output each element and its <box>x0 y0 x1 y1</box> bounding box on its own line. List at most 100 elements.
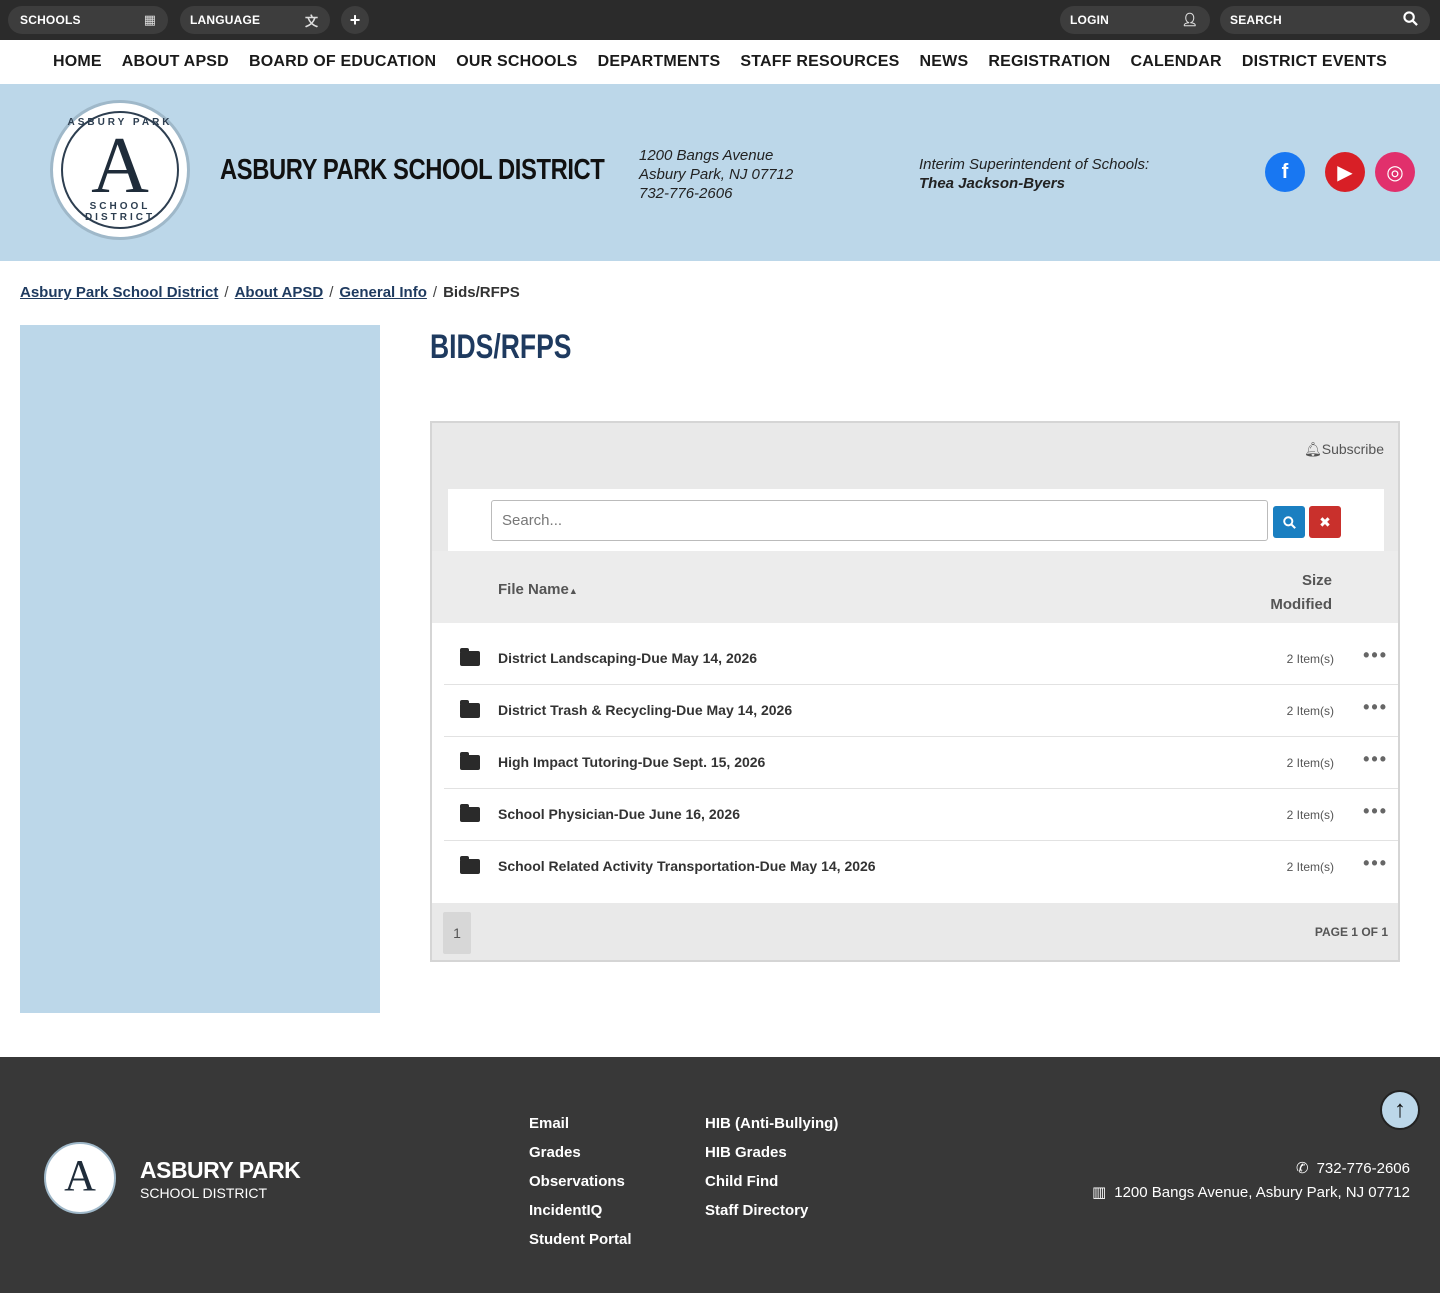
footer-link-grades[interactable]: Grades <box>529 1138 632 1167</box>
plus-button[interactable]: + <box>341 6 369 34</box>
file-row[interactable]: School Physician-Due June 16, 2026 2 Ite… <box>444 789 1398 841</box>
footer-link-observations[interactable]: Observations <box>529 1167 632 1196</box>
nav-our-schools[interactable]: OUR SCHOOLS <box>446 53 587 71</box>
file-name[interactable]: District Trash & Recycling-Due May 14, 2… <box>498 702 792 718</box>
file-size: 2 Item(s) <box>1286 652 1334 666</box>
sort-file-name[interactable]: File Name▲ <box>498 581 578 598</box>
utility-bar: SCHOOLS ▦ LANGUAGE 文 + LOGIN 👤︎ SEARCH <box>0 0 1440 40</box>
language-dropdown[interactable]: LANGUAGE 文 <box>180 6 330 34</box>
file-search-clear-button[interactable]: ✖ <box>1309 506 1341 538</box>
breadcrumb-separator: / <box>224 284 229 301</box>
file-size: 2 Item(s) <box>1286 808 1334 822</box>
search-icon <box>1403 11 1418 29</box>
footer-address: 1200 Bangs Avenue, Asbury Park, NJ 07712 <box>1114 1184 1410 1201</box>
more-options-icon[interactable]: ••• <box>1363 853 1388 874</box>
file-table-header: File Name▲ Size Modified <box>432 551 1398 623</box>
footer-contact: ✆ 732-776-2606 ▥ 1200 Bangs Avenue, Asbury… <box>1092 1157 1410 1205</box>
superintendent-label: Interim Superintendent of Schools: <box>919 156 1150 173</box>
file-row[interactable]: District Landscaping-Due May 14, 2026 2 … <box>444 633 1398 685</box>
breadcrumb: Asbury Park School District / About APSD / G… <box>20 284 520 301</box>
footer-link-staff-directory[interactable]: Staff Directory <box>705 1196 838 1225</box>
footer: A ASBURY PARK SCHOOL DISTRICT Email Grad… <box>0 1057 1440 1293</box>
file-row[interactable]: District Trash & Recycling-Due May 14, 2… <box>444 685 1398 737</box>
login-button[interactable]: LOGIN 👤︎ <box>1060 6 1210 34</box>
nav-calendar[interactable]: CALENDAR <box>1120 53 1231 71</box>
col-size-modified[interactable]: Size Modified <box>1270 569 1332 617</box>
footer-address-row[interactable]: ▥ 1200 Bangs Avenue, Asbury Park, NJ 0771… <box>1092 1181 1410 1205</box>
superintendent: Interim Superintendent of Schools: Thea … <box>919 155 1149 193</box>
file-row[interactable]: High Impact Tutoring-Due Sept. 15, 2026 … <box>444 737 1398 789</box>
translate-icon: 文 <box>304 13 318 29</box>
back-to-top-button[interactable]: ↑ <box>1380 1090 1420 1130</box>
schools-label: SCHOOLS <box>20 13 81 27</box>
breadcrumb-home[interactable]: Asbury Park School District <box>20 284 218 301</box>
file-search-input[interactable] <box>491 500 1268 541</box>
folder-icon <box>460 856 480 874</box>
more-options-icon[interactable]: ••• <box>1363 645 1388 666</box>
breadcrumb-current: Bids/RFPS <box>443 284 520 301</box>
address-phone: 732-776-2606 <box>639 185 733 202</box>
nav-about-apsd[interactable]: ABOUT APSD <box>112 53 239 71</box>
footer-links-col2: HIB (Anti-Bullying) HIB Grades Child Fin… <box>705 1109 838 1225</box>
footer-link-email[interactable]: Email <box>529 1109 632 1138</box>
more-options-icon[interactable]: ••• <box>1363 697 1388 718</box>
page-count: PAGE 1 OF 1 <box>1314 925 1388 939</box>
file-name[interactable]: School Physician-Due June 16, 2026 <box>498 806 740 822</box>
map-icon: ▥ <box>1092 1184 1107 1201</box>
file-size: 2 Item(s) <box>1286 860 1334 874</box>
file-search-row: ✖ <box>448 489 1384 551</box>
footer-link-hib[interactable]: HIB (Anti-Bullying) <box>705 1109 838 1138</box>
youtube-icon[interactable]: ▶ <box>1325 152 1365 192</box>
user-icon: 👤︎ <box>1181 12 1198 27</box>
instagram-icon[interactable]: ◎ <box>1375 152 1415 192</box>
district-title[interactable]: ASBURY PARK SCHOOL DISTRICT <box>220 154 605 187</box>
search-icon <box>1282 515 1296 529</box>
file-row[interactable]: School Related Activity Transportation-D… <box>444 841 1398 893</box>
arrow-up-icon: ↑ <box>1394 1096 1406 1123</box>
sidebar <box>20 325 380 1013</box>
nav-registration[interactable]: REGISTRATION <box>978 53 1120 71</box>
site-search[interactable]: SEARCH <box>1220 6 1430 34</box>
file-browser: 🔔︎Subscribe ✖ File Name▲ Size Modified D… <box>430 421 1400 962</box>
footer-link-hib-grades[interactable]: HIB Grades <box>705 1138 838 1167</box>
schools-dropdown[interactable]: SCHOOLS ▦ <box>8 6 168 34</box>
folder-icon <box>460 700 480 718</box>
footer-link-child-find[interactable]: Child Find <box>705 1167 838 1196</box>
more-options-icon[interactable]: ••• <box>1363 801 1388 822</box>
footer-link-incidentiq[interactable]: IncidentIQ <box>529 1196 632 1225</box>
col-file-label: File Name <box>498 581 569 598</box>
file-size: 2 Item(s) <box>1286 756 1334 770</box>
subscribe-button[interactable]: 🔔︎Subscribe <box>1304 441 1384 458</box>
breadcrumb-about[interactable]: About APSD <box>235 284 324 301</box>
facebook-icon[interactable]: f <box>1265 152 1305 192</box>
footer-logo[interactable]: A <box>44 1142 116 1214</box>
page-1-button[interactable]: 1 <box>443 912 471 954</box>
file-name[interactable]: School Related Activity Transportation-D… <box>498 858 876 874</box>
file-search-button[interactable] <box>1273 506 1305 538</box>
nav-district-events[interactable]: DISTRICT EVENTS <box>1232 53 1397 71</box>
footer-logo-monogram: A <box>64 1151 96 1200</box>
page-title: BIDS/RFPS <box>430 328 572 366</box>
logo-monogram: A <box>91 122 149 210</box>
more-options-icon[interactable]: ••• <box>1363 749 1388 770</box>
file-name[interactable]: District Landscaping-Due May 14, 2026 <box>498 650 757 666</box>
district-logo[interactable]: ASBURY PARK A SCHOOL DISTRICT <box>50 100 190 240</box>
breadcrumb-separator: / <box>432 284 438 301</box>
col-modified-label: Modified <box>1270 596 1332 613</box>
footer-link-student-portal[interactable]: Student Portal <box>529 1225 632 1254</box>
superintendent-name: Thea Jackson-Byers <box>919 175 1065 192</box>
footer-phone-row[interactable]: ✆ 732-776-2606 <box>1092 1157 1410 1181</box>
footer-title: ASBURY PARK <box>140 1157 301 1183</box>
col-size-label: Size <box>1301 572 1332 589</box>
breadcrumb-separator: / <box>329 284 334 301</box>
nav-departments[interactable]: DEPARTMENTS <box>588 53 731 71</box>
nav-home[interactable]: HOME <box>43 53 112 71</box>
search-label: SEARCH <box>1230 13 1282 27</box>
nav-staff-resources[interactable]: STAFF RESOURCES <box>730 53 909 71</box>
nav-board-of-education[interactable]: BOARD OF EDUCATION <box>239 53 446 71</box>
header-band: ASBURY PARK A SCHOOL DISTRICT ASBURY PAR… <box>0 84 1440 261</box>
nav-news[interactable]: NEWS <box>910 53 979 71</box>
logo-bottom-text: SCHOOL DISTRICT <box>84 201 156 223</box>
breadcrumb-general-info[interactable]: General Info <box>339 284 427 301</box>
file-name[interactable]: High Impact Tutoring-Due Sept. 15, 2026 <box>498 754 765 770</box>
